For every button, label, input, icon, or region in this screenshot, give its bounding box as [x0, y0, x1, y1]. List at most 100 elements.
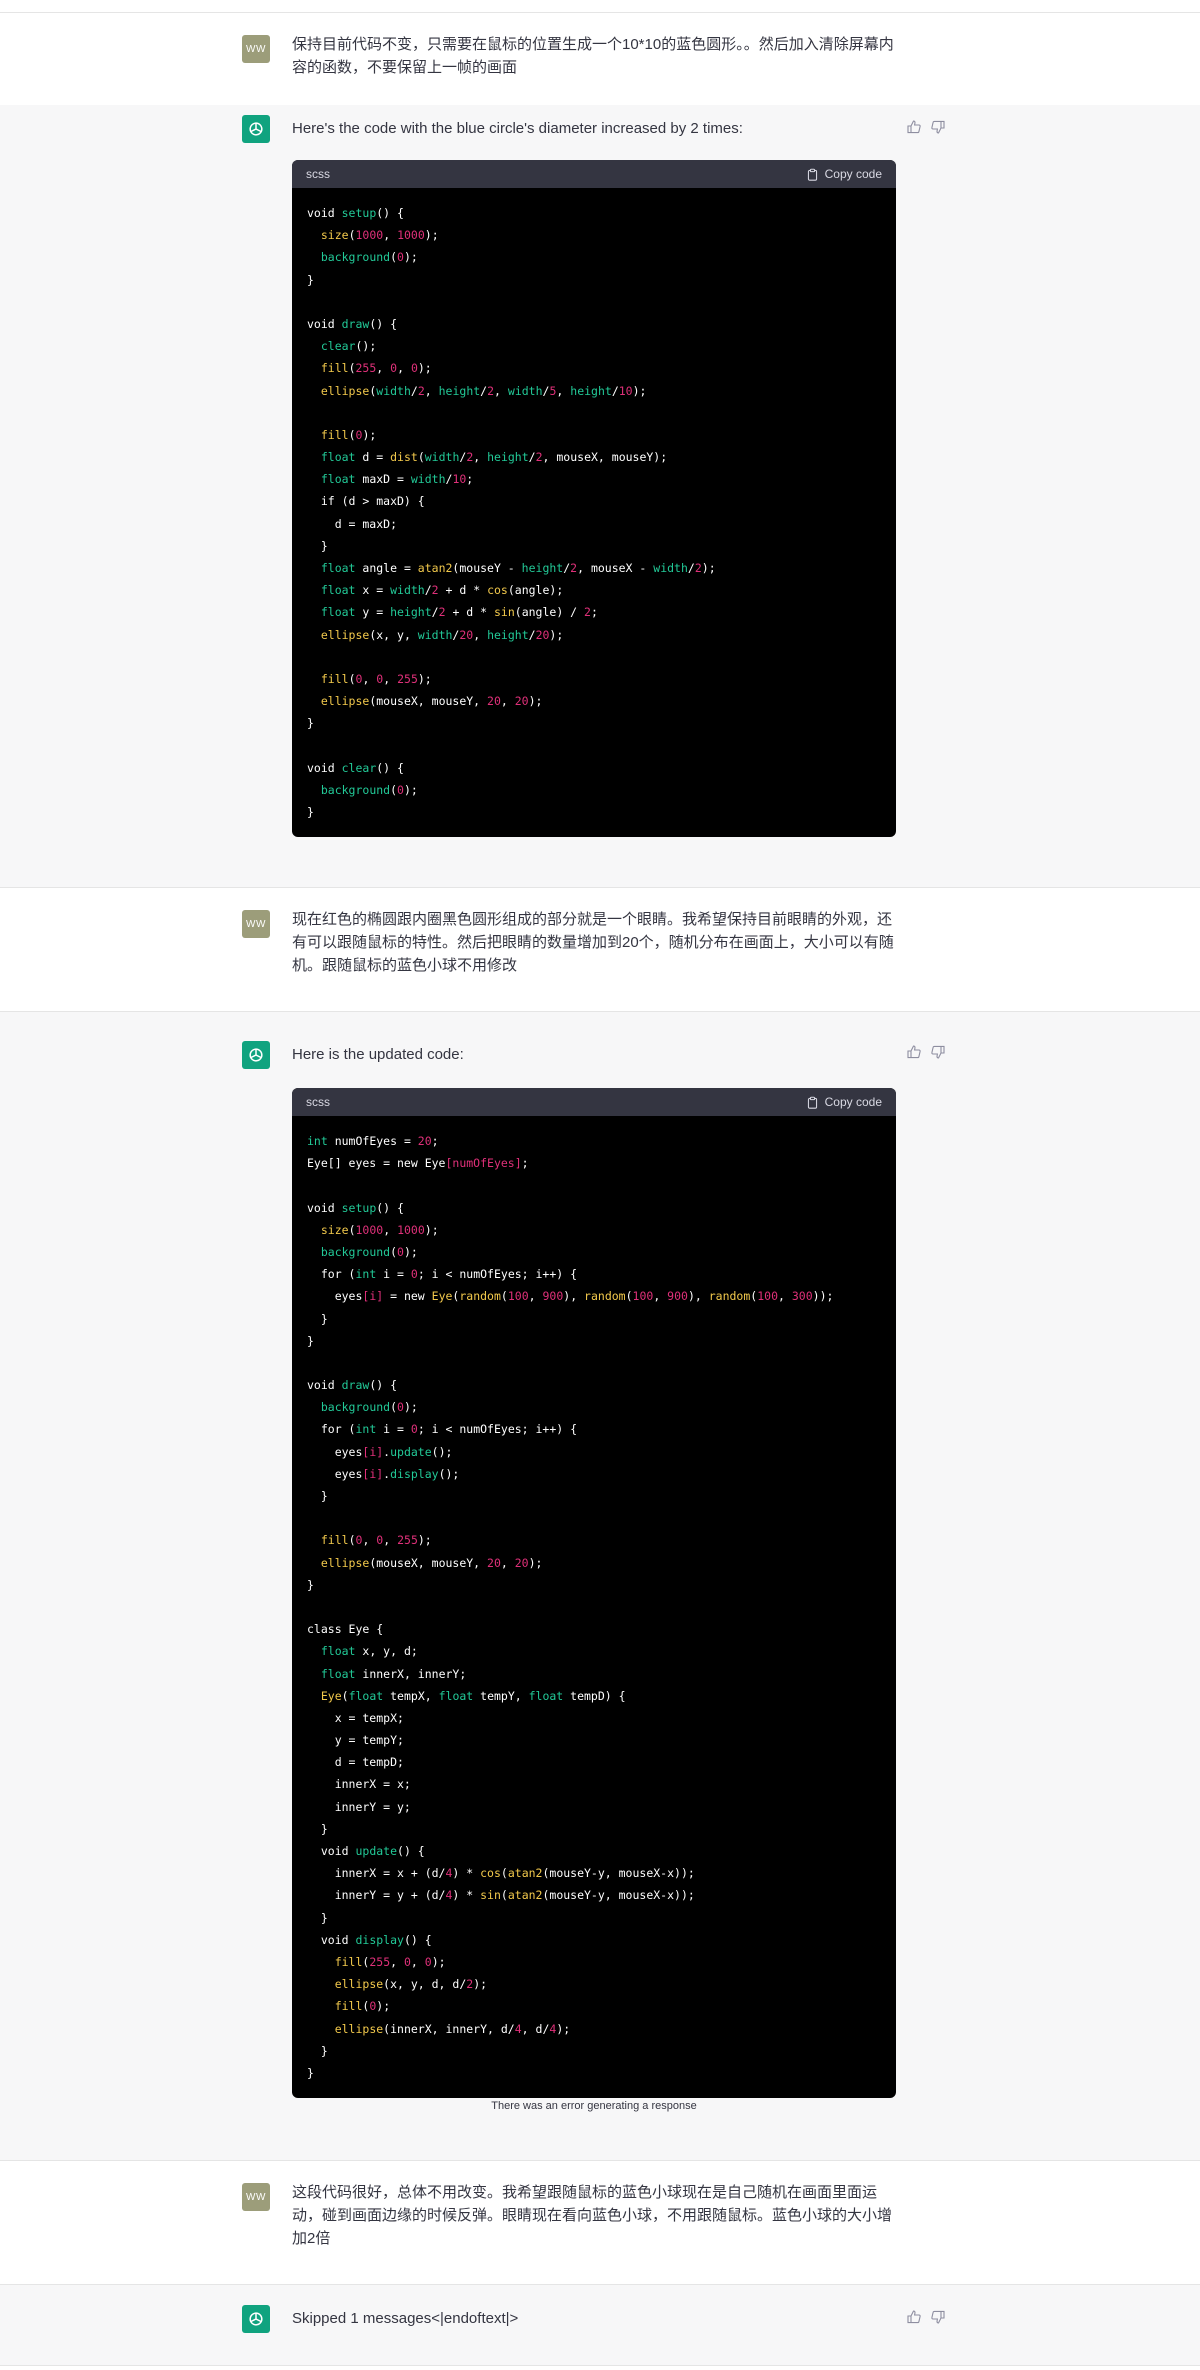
copy-code-label: Copy code — [824, 1095, 882, 1109]
code-line: size(1000, 1000); — [320, 228, 439, 243]
code-content: void setup() { size(1000, 1000); backgro… — [292, 188, 896, 837]
code-line: void setup() { — [307, 206, 404, 220]
code-line: } — [307, 538, 328, 553]
code-line: int numOfEyes = 20; — [307, 1134, 439, 1148]
thumbs-up-icon[interactable] — [906, 2309, 922, 2325]
code-line: background(0); — [320, 250, 418, 265]
code-line: innerX = x + (d/4) * cos(atan2(mouseY-y,… — [307, 1866, 695, 1881]
code-line: fill(255, 0, 0); — [320, 361, 432, 376]
code-line: ​ — [307, 1596, 881, 1618]
feedback-buttons — [906, 1044, 946, 1060]
thumbs-down-icon[interactable] — [930, 1044, 946, 1060]
code-line: ​ — [307, 646, 881, 668]
code-line: } — [307, 716, 314, 731]
code-line: fill(0); — [334, 1999, 391, 2014]
openai-logo-icon — [249, 122, 263, 136]
code-line: fill(0, 0, 255); — [320, 1533, 432, 1548]
assistant-message: Here's the code with the blue circle's d… — [0, 105, 1200, 887]
code-line: } — [307, 1489, 328, 1503]
error-message: There was an error generating a response — [491, 2100, 697, 2112]
code-line: float maxD = width/10; — [320, 472, 474, 487]
assistant-avatar — [242, 2305, 270, 2333]
code-line: } — [307, 2043, 328, 2058]
code-line: void draw() { — [307, 1378, 398, 1393]
code-line: ellipse(innerX, innerY, d/4, d/4); — [334, 2021, 571, 2036]
code-line: float x = width/2 + d * cos(angle); — [320, 583, 564, 598]
code-language: scss — [306, 1095, 330, 1109]
code-line: ​ — [307, 1352, 881, 1374]
code-header: scss Copy code — [292, 160, 896, 188]
user-message: WW 这段代码很好，总体不用改变。我希望跟随鼠标的蓝色小球现在是自己随机在画面里… — [0, 2161, 1200, 2284]
thumbs-up-icon[interactable] — [906, 119, 922, 135]
code-line: eyes[i] = new Eye(random(100, 900), rand… — [307, 1289, 834, 1304]
thumbs-down-icon[interactable] — [930, 2309, 946, 2325]
divider — [0, 2365, 1200, 2366]
code-line: for (int i = 0; i < numOfEyes; i++) { — [307, 1267, 578, 1282]
chat-thread: WW 保持目前代码不变，只需要在鼠标的位置生成一个10*10的蓝色圆形。。然后加… — [0, 0, 1200, 2370]
code-line: innerY = y + (d/4) * sin(atan2(mouseY-y,… — [307, 1888, 695, 1903]
user-avatar: WW — [242, 910, 270, 938]
code-line: } — [307, 1577, 314, 1592]
code-line: } — [307, 1311, 328, 1326]
copy-code-label: Copy code — [824, 167, 882, 181]
clipboard-icon — [807, 168, 817, 181]
feedback-buttons — [906, 119, 946, 135]
message-text: 保持目前代码不变，只需要在鼠标的位置生成一个10*10的蓝色圆形。。然后加入清除… — [292, 36, 894, 76]
code-line: y = tempY; — [307, 1733, 404, 1748]
avatar-initials: WW — [246, 2191, 266, 2203]
code-line: void display() { — [307, 1932, 432, 1947]
code-line: ellipse(x, y, width/20, height/20); — [320, 627, 564, 642]
code-line: if (d > maxD) { — [307, 494, 425, 509]
code-line: ellipse(width/2, height/2, width/5, heig… — [320, 383, 647, 398]
assistant-avatar — [242, 115, 270, 143]
copy-code-button[interactable]: Copy code — [806, 167, 882, 181]
code-line: clear(); — [320, 339, 377, 354]
code-line: fill(255, 0, 0); — [334, 1954, 446, 1969]
message-text: 现在红色的椭圆跟内圈黑色圆形组成的部分就是一个眼睛。我希望保持目前眼睛的外观，还… — [292, 911, 894, 974]
openai-logo-icon — [249, 1048, 263, 1062]
thumbs-up-icon[interactable] — [906, 1044, 922, 1060]
code-content: int numOfEyes = 20; Eye[] eyes = new Eye[… — [292, 1116, 896, 2098]
code-block: scss Copy code int numOfEyes = 20; Eye[] … — [292, 1088, 896, 2099]
code-line: class Eye { — [307, 1622, 384, 1637]
message-text: Here is the updated code: — [292, 1046, 464, 1063]
clipboard-icon — [807, 1096, 817, 1109]
code-line: background(0); — [320, 782, 418, 797]
feedback-buttons — [906, 2309, 946, 2325]
code-line: Eye(float tempX, float tempY, float temp… — [320, 1688, 626, 1703]
avatar-initials: WW — [246, 918, 266, 930]
code-line: ​ — [307, 735, 881, 757]
code-line: float x, y, d; — [320, 1644, 418, 1659]
code-line: } — [307, 805, 314, 820]
copy-code-button[interactable]: Copy code — [806, 1095, 882, 1109]
message-text: Skipped 1 messages<|endoftext|> — [292, 2310, 519, 2327]
code-line: } — [307, 1821, 328, 1836]
code-line: ellipse(x, y, d, d/2); — [334, 1977, 488, 1992]
openai-logo-icon — [249, 2312, 263, 2326]
code-line: } — [307, 1910, 328, 1925]
assistant-avatar — [242, 1041, 270, 1069]
code-line: innerX = x; — [307, 1777, 411, 1792]
code-line: for (int i = 0; i < numOfEyes; i++) { — [307, 1422, 578, 1437]
code-line: d = maxD; — [307, 516, 398, 531]
code-line: fill(0); — [320, 427, 377, 442]
code-line: ellipse(mouseX, mouseY, 20, 20); — [320, 694, 543, 709]
user-message: WW 现在红色的椭圆跟内圈黑色圆形组成的部分就是一个眼睛。我希望保持目前眼睛的外… — [0, 888, 1200, 1011]
code-line: } — [307, 1333, 314, 1348]
thumbs-down-icon[interactable] — [930, 119, 946, 135]
code-line: float y = height/2 + d * sin(angle) / 2; — [320, 605, 598, 620]
code-line: void draw() { — [307, 316, 398, 331]
message-text: Here's the code with the blue circle's d… — [292, 120, 743, 137]
code-line: fill(0, 0, 255); — [320, 671, 432, 686]
code-line: ​ — [307, 402, 881, 424]
code-line: ​ — [307, 291, 881, 313]
code-block: scss Copy code void setup() { size(1000,… — [292, 160, 896, 838]
user-message: WW 保持目前代码不变，只需要在鼠标的位置生成一个10*10的蓝色圆形。。然后加… — [0, 13, 1200, 105]
code-line: } — [307, 2065, 314, 2080]
code-line: float innerX, innerY; — [320, 1666, 467, 1681]
code-line: eyes[i].display(); — [307, 1466, 460, 1481]
code-line: background(0); — [320, 1400, 418, 1415]
message-text: 这段代码很好，总体不用改变。我希望跟随鼠标的蓝色小球现在是自己随机在画面里面运动… — [292, 2184, 893, 2247]
code-line: } — [307, 272, 314, 287]
code-line: void setup() { — [307, 1200, 404, 1215]
